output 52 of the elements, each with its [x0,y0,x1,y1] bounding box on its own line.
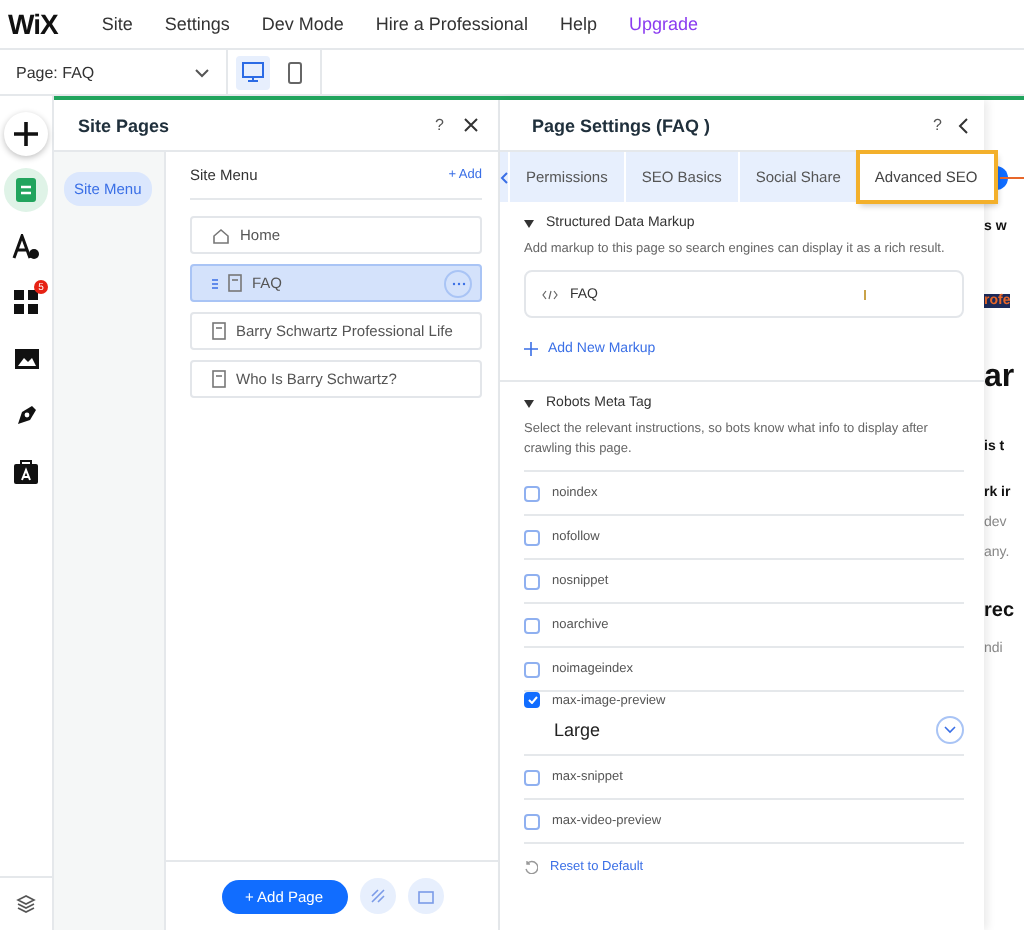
plus-icon [524,342,538,357]
preview-text: ar [984,360,1015,396]
checkbox[interactable] [524,617,540,634]
menu-item[interactable]: Site [85,14,149,34]
chevron-down-icon [944,726,956,735]
checkbox[interactable] [524,692,540,709]
folder-icon [417,889,433,903]
chevron-down-icon [194,67,210,77]
expanded-caret-icon[interactable] [524,399,534,408]
menu-item[interactable]: Settings [148,14,246,34]
add-icon[interactable] [12,120,40,148]
page-icon [212,370,226,388]
reset-icon [524,860,538,875]
menu-item[interactable]: Help [543,14,613,34]
code-icon [542,289,558,300]
checkbox[interactable] [524,529,540,546]
check-icon [527,696,537,705]
menu-item[interactable]: Hire a Professional [359,14,544,34]
mobile-icon [288,61,302,83]
preview-text: rec [984,600,1015,622]
pen-icon[interactable] [13,401,39,427]
panel-title: Site Pages [78,115,172,135]
back-icon[interactable] [958,117,968,133]
bag-icon[interactable] [14,457,38,483]
apps-icon[interactable] [14,290,38,314]
checkbox[interactable] [524,485,540,502]
value-dropdown[interactable]: Large [524,708,964,755]
menu-item[interactable]: Upgrade [612,14,714,34]
page-icon [212,322,226,340]
expanded-caret-icon[interactable] [524,219,534,227]
home-icon [212,227,230,243]
panel-title: Page Settings (FAQ ) [532,115,713,135]
layers-icon[interactable] [16,894,36,914]
help-button[interactable]: ? [435,116,444,134]
chevron-left-icon[interactable] [500,171,508,183]
drag-handle-icon [212,277,218,289]
checkbox[interactable] [524,769,540,786]
checkbox[interactable] [524,573,540,590]
wix-logo: WiX [8,8,58,40]
checkbox[interactable] [524,813,540,830]
link-icon [369,888,385,904]
page-selector[interactable]: Page: FAQ [0,50,228,94]
close-icon[interactable] [464,118,478,132]
menu-item[interactable]: Dev Mode [245,14,360,34]
checkbox[interactable] [524,661,540,678]
image-icon[interactable] [13,347,39,369]
design-icon[interactable] [12,233,40,259]
desktop-icon [242,62,264,82]
pages-icon[interactable] [16,178,36,202]
help-button[interactable]: ? [933,116,942,134]
device-toggle[interactable] [236,55,270,89]
page-icon [228,274,242,292]
